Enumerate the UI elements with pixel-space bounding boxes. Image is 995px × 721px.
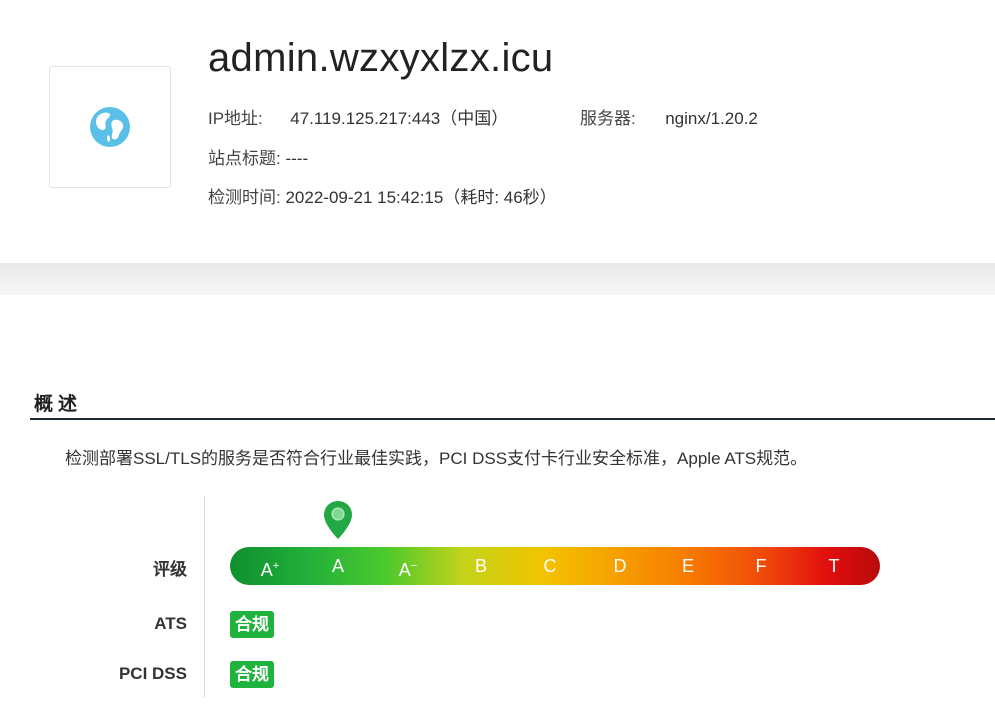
grade-item-A-minus: A− <box>398 560 418 580</box>
ip-label: IP地址: <box>208 109 263 128</box>
server-value: nginx/1.20.2 <box>665 109 758 128</box>
check-time-info: 检测时间: 2022-09-21 15:42:15（耗时: 46秒） <box>208 183 557 208</box>
section-divider-band <box>0 263 995 295</box>
ip-value: 47.119.125.217:443（中国） <box>290 109 509 128</box>
ats-compliant-badge: 合规 <box>230 611 274 638</box>
grade-item-D: D <box>613 556 627 576</box>
grade-item-A: A <box>331 556 344 576</box>
check-time-value: 2022-09-21 15:42:15（耗时: 46秒） <box>285 188 557 207</box>
server-info: 服务器: nginx/1.20.2 <box>580 104 758 129</box>
site-icon-box <box>49 66 171 188</box>
current-grade-pin-icon <box>324 501 352 539</box>
overview-description: 检测部署SSL/TLS的服务是否符合行业最佳实践，PCI DSS支付卡行业安全标… <box>65 449 808 468</box>
grade-item-E: E <box>681 556 694 576</box>
grade-scale-bar: A+ A A− B C D E F T <box>230 547 880 585</box>
ip-info: IP地址: 47.119.125.217:443（中国） <box>208 104 508 129</box>
label-divider <box>204 496 205 698</box>
check-time-label: 检测时间: <box>208 188 281 207</box>
domain-title: admin.wzxyxlzx.icu <box>208 36 554 80</box>
rating-label: 评级 <box>153 560 187 579</box>
grade-item-C: C <box>543 556 557 576</box>
site-title-info: 站点标题: ---- <box>208 144 308 169</box>
globe-icon <box>90 107 130 147</box>
overview-rule <box>30 418 995 420</box>
grade-item-F: F <box>755 556 767 576</box>
grade-item-T: T <box>828 556 840 576</box>
overview-title: 概述 <box>34 394 83 415</box>
site-title-value: ---- <box>285 149 309 168</box>
pci-dss-label: PCI DSS <box>118 664 187 683</box>
pci-dss-compliant-badge: 合规 <box>230 661 274 688</box>
ats-label: ATS <box>154 614 187 633</box>
grade-item-A-plus: A+ <box>260 560 280 580</box>
server-label: 服务器: <box>580 109 636 128</box>
grade-item-B: B <box>474 556 487 576</box>
site-title-label: 站点标题: <box>208 149 281 168</box>
